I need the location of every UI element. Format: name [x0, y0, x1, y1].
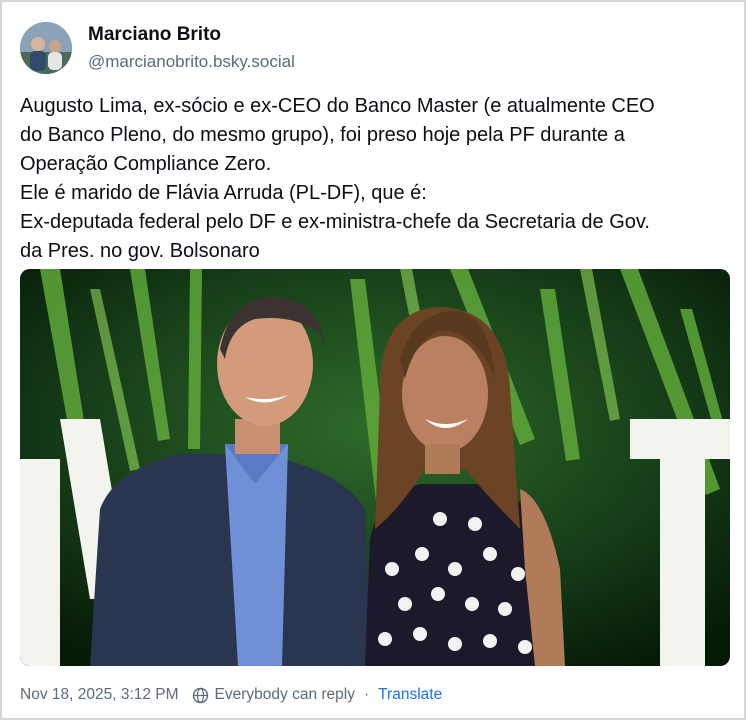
- reply-setting-label: Everybody can reply: [214, 686, 355, 703]
- post-footer: Nov 18, 2025, 3:12 PM Everybody can repl…: [20, 686, 442, 704]
- post-text: Augusto Lima, ex-sócio e ex-CEO do Banco…: [20, 92, 732, 266]
- translate-link[interactable]: Translate: [378, 686, 442, 704]
- post-line: da Pres. no gov. Bolsonaro: [20, 240, 260, 262]
- post-line: Operação Compliance Zero.: [20, 153, 272, 175]
- post-line: do Banco Pleno, do mesmo grupo), foi pre…: [20, 124, 625, 146]
- author-handle[interactable]: @marcianobrito.bsky.social: [88, 52, 295, 72]
- avatar[interactable]: [20, 22, 72, 74]
- footer-separator: ·: [363, 686, 370, 703]
- post-timestamp[interactable]: Nov 18, 2025, 3:12 PM: [20, 686, 179, 704]
- globe-reply-icon: [192, 687, 209, 704]
- post-card: Marciano Brito @marcianobrito.bsky.socia…: [0, 0, 746, 720]
- post-line: Ex-deputada federal pelo DF e ex-ministr…: [20, 211, 650, 233]
- post-line: Augusto Lima, ex-sócio e ex-CEO do Banco…: [20, 95, 655, 117]
- author-name[interactable]: Marciano Brito: [88, 24, 221, 46]
- post-image[interactable]: [20, 269, 730, 666]
- post-line: Ele é marido de Flávia Arruda (PL-DF), q…: [20, 182, 427, 204]
